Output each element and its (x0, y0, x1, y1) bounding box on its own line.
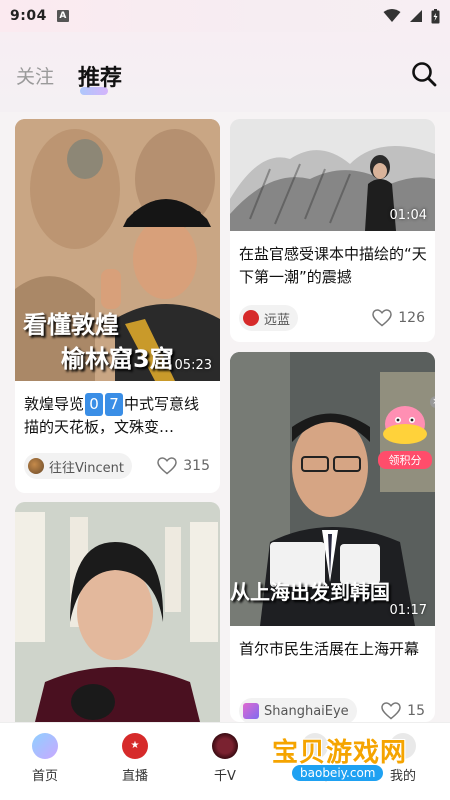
heart-icon[interactable] (157, 457, 178, 475)
signal-icon (410, 10, 422, 22)
author-chip[interactable]: 远蓝 (239, 305, 299, 331)
author-name: 远蓝 (264, 312, 291, 328)
top-tabs: 关注 推荐 (0, 32, 450, 112)
nav-qianv[interactable]: 千V (190, 733, 260, 784)
video-thumbnail: 从上海出发到韩国 01:17 (230, 352, 435, 626)
likes-value: 126 (398, 310, 425, 326)
battery-icon (431, 8, 440, 23)
points-badge[interactable]: 领积分 (378, 402, 432, 469)
watermark-name: 宝贝游戏网 (272, 738, 408, 768)
notification-icon: A (56, 10, 69, 22)
watermark-logo: 宝贝游戏网 baobeiy.com (272, 732, 422, 787)
video-duration: 01:17 (389, 603, 427, 618)
status-time: 9:04 (10, 8, 47, 24)
status-icons (383, 8, 440, 24)
number-badge-7: 7 (105, 393, 124, 416)
nav-live-label: 直播 (121, 769, 148, 784)
card-title-part1: 敦煌导览 (24, 395, 85, 413)
author-name: ShanghaiEye (264, 703, 349, 719)
likes-value: 15 (407, 703, 425, 719)
nav-qianv-label: 千V (214, 769, 236, 784)
tab-follow[interactable]: 关注 (16, 62, 54, 89)
tab-recommend[interactable]: 推荐 (78, 60, 122, 92)
live-tv-icon: ★ (122, 733, 148, 759)
watermark-url: baobeiy.com (292, 765, 384, 781)
nav-home-label: 首页 (31, 769, 58, 784)
avatar (243, 703, 259, 719)
card-title: 在盐官感受课本中描绘的“天下第一潮”的震撼 (239, 245, 427, 286)
likes-value: 315 (183, 458, 210, 474)
nav-live[interactable]: ★ 直播 (100, 733, 170, 784)
exhibition-art (15, 502, 220, 722)
card-title: 首尔市民生活展在上海开幕 (239, 640, 420, 658)
overlay-title-1: 看懂敦煌 (23, 311, 119, 339)
nav-home[interactable]: 首页 (10, 733, 80, 784)
video-thumbnail (15, 502, 220, 722)
overlay-caption: 从上海出发到韩国 (230, 580, 390, 604)
author-name: 往往Vincent (49, 460, 124, 476)
close-badge-icon[interactable]: × (430, 396, 435, 408)
like-count[interactable]: 315 (157, 457, 210, 475)
like-count[interactable]: 15 (381, 702, 425, 720)
feed-card-dunhuang[interactable]: 看懂敦煌 榆林窟3窟 05:23 敦煌导览 0 7 中式写意线描的天花板，文殊变… 往… (15, 119, 220, 493)
feed-card-seoul-expo[interactable]: 从上海出发到韩国 01:17 领积分 × 首尔市民生活展在上海开幕 Shangh… (230, 352, 435, 722)
author-chip[interactable]: 往往Vincent (24, 453, 132, 479)
avatar (28, 458, 44, 474)
heart-icon[interactable] (372, 309, 393, 327)
home-icon (32, 733, 58, 759)
heart-icon[interactable] (381, 702, 401, 720)
feed-card-interview[interactable] (15, 502, 220, 722)
card-title: 敦煌导览 0 7 中式写意线描的天花板，文殊变… (24, 393, 214, 439)
search-icon[interactable] (410, 60, 438, 88)
status-bar: 9:04 A (0, 0, 450, 32)
planet-icon (212, 733, 238, 759)
number-badge-0: 0 (85, 393, 104, 416)
wifi-icon (383, 9, 401, 22)
like-count[interactable]: 126 (372, 309, 425, 327)
video-thumbnail: 看懂敦煌 榆林窟3窟 05:23 (15, 119, 220, 381)
video-thumbnail: 01:04 (230, 119, 435, 231)
video-duration: 01:04 (389, 208, 427, 223)
video-duration: 05:23 (174, 358, 212, 373)
author-chip[interactable]: ShanghaiEye (239, 698, 357, 722)
feed-card-yanguan[interactable]: 01:04 在盐官感受课本中描绘的“天下第一潮”的震撼 远蓝 126 (230, 119, 435, 342)
points-badge-label: 领积分 (378, 451, 432, 469)
overlay-title-2: 榆林窟3窟 (61, 345, 174, 373)
gift-pig-icon (383, 406, 427, 444)
avatar (243, 310, 259, 326)
